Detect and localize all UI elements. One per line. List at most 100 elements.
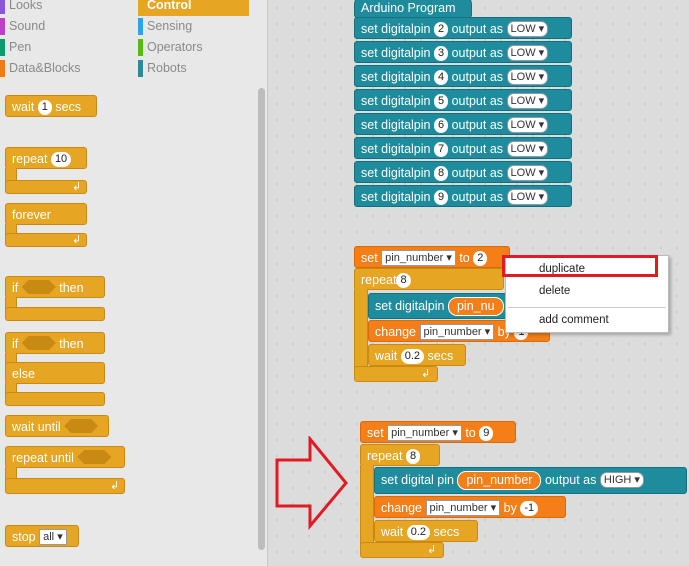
repeat-bottom-1: ↲	[354, 366, 438, 382]
pin-number-reporter-1[interactable]: pin_nu	[447, 297, 504, 316]
set-digitalpin-block-1[interactable]: set digitalpin pin_nu	[368, 293, 508, 319]
state-dropdown[interactable]: LOW ▾	[506, 21, 549, 37]
state-dropdown[interactable]: LOW ▾	[506, 189, 549, 205]
duplicate-highlight-box	[502, 255, 658, 277]
pin-input[interactable]: 8	[433, 166, 449, 181]
pin-input[interactable]: 2	[433, 22, 449, 37]
category-data-blocks[interactable]: Data&Blocks	[0, 60, 112, 80]
category-pen[interactable]: Pen	[0, 39, 112, 59]
to-value-input-2[interactable]: 9	[479, 426, 494, 441]
repeat-bottom: ↲	[5, 180, 87, 194]
annotation-arrow-icon	[275, 436, 348, 530]
pin-number-reporter-2[interactable]: pin_number	[457, 471, 542, 490]
change-var-dropdown-1[interactable]: pin_number ▾	[419, 324, 495, 340]
repeat-input-2[interactable]: 8	[405, 449, 421, 464]
set-digitalpin-row[interactable]: set digitalpin 9 output as LOW ▾	[354, 185, 572, 207]
category-sound[interactable]: Sound	[0, 18, 112, 38]
state-dropdown[interactable]: LOW ▾	[506, 141, 549, 157]
var-dropdown-1[interactable]: pin_number ▾	[381, 250, 456, 266]
state-dropdown[interactable]: LOW ▾	[506, 69, 549, 85]
palette-scrollbar[interactable]	[258, 88, 265, 550]
set-var-block-1[interactable]: set pin_number ▾ to 2	[354, 246, 510, 268]
sensing-swatch	[138, 18, 143, 35]
wait-until-slot[interactable]	[64, 419, 99, 433]
wait-secs-input[interactable]: 1	[37, 100, 52, 115]
set-digitalpin-row[interactable]: set digitalpin 3 output as LOW ▾	[354, 41, 572, 63]
sound-swatch	[0, 18, 5, 35]
pin-input[interactable]: 4	[433, 70, 449, 85]
category-operators[interactable]: Operators	[138, 39, 250, 59]
var-dropdown-2[interactable]: pin_number ▾	[387, 425, 462, 441]
category-list: Looks Control Sound Sensing Pen Operator…	[0, 0, 267, 82]
repeat-until-slot[interactable]	[77, 450, 112, 464]
forever-loop-icon: ↲	[72, 234, 82, 246]
arduino-program-hat[interactable]: Arduino Program	[354, 0, 472, 18]
operators-swatch	[138, 39, 143, 56]
forever-block[interactable]: forever	[5, 203, 87, 225]
repeat-until-loop-icon: ↲	[110, 480, 120, 492]
stop-block[interactable]: stop all ▾	[5, 525, 79, 547]
robots-swatch	[138, 60, 143, 77]
set-digitalpin-row[interactable]: set digitalpin 7 output as LOW ▾	[354, 137, 572, 159]
wait-block-2[interactable]: wait 0.2 secs	[374, 520, 478, 542]
state-dropdown[interactable]: LOW ▾	[506, 165, 549, 181]
if-else-bottom	[5, 392, 105, 406]
change-var-block-2[interactable]: change pin_number ▾ by -1	[374, 496, 566, 518]
set-digitalpin-row[interactable]: set digitalpin 5 output as LOW ▾	[354, 89, 572, 111]
category-control[interactable]: Control	[138, 0, 249, 16]
category-looks[interactable]: Looks	[0, 0, 112, 17]
if-then-block[interactable]: if then	[5, 276, 105, 298]
set-digital-pin-block-2[interactable]: set digital pin pin_number output as HIG…	[374, 467, 687, 494]
by-value-input-2[interactable]: -1	[520, 501, 539, 516]
set-digitalpin-row[interactable]: set digitalpin 4 output as LOW ▾	[354, 65, 572, 87]
state-dropdown[interactable]: LOW ▾	[506, 117, 549, 133]
data-blocks-swatch	[0, 60, 5, 77]
wait-input-2[interactable]: 0.2	[406, 525, 431, 540]
repeat-arm-2	[360, 465, 374, 553]
to-value-input-1[interactable]: 2	[473, 251, 488, 266]
category-robots[interactable]: Robots	[138, 60, 250, 80]
repeat-input-1[interactable]: 8	[396, 273, 411, 288]
state-dropdown-2[interactable]: HIGH ▾	[599, 472, 644, 488]
menu-separator	[508, 307, 666, 308]
repeat-block[interactable]: repeat 10	[5, 147, 87, 169]
set-digitalpin-row[interactable]: set digitalpin 8 output as LOW ▾	[354, 161, 572, 183]
menu-item-delete[interactable]: delete	[506, 281, 670, 301]
state-dropdown[interactable]: LOW ▾	[506, 93, 549, 109]
loop-arrow-icon: ↲	[72, 181, 82, 193]
repeat-bottom-2: ↲	[360, 542, 444, 558]
pin-input[interactable]: 5	[433, 94, 449, 109]
repeat-arm-1	[354, 289, 368, 373]
if-else-block[interactable]: if then	[5, 332, 105, 354]
set-digitalpin-row[interactable]: set digitalpin 6 output as LOW ▾	[354, 113, 572, 135]
forever-bottom: ↲	[5, 233, 87, 247]
pin-input[interactable]: 9	[433, 190, 449, 205]
change-var-dropdown-2[interactable]: pin_number ▾	[425, 500, 501, 516]
category-sensing[interactable]: Sensing	[138, 18, 250, 38]
if-bottom	[5, 307, 105, 321]
control-swatch	[138, 0, 143, 14]
pin-input[interactable]: 3	[433, 46, 449, 61]
pen-swatch	[0, 39, 5, 56]
loop-arrow-icon-2: ↲	[427, 544, 437, 556]
repeat-count-input[interactable]: 10	[50, 152, 72, 167]
wait-secs-block[interactable]: wait 1 secs	[5, 95, 97, 117]
menu-item-add-comment[interactable]: add comment	[506, 310, 670, 330]
condition-slot[interactable]	[21, 280, 56, 294]
pin-input[interactable]: 7	[433, 142, 449, 157]
condition-slot-2[interactable]	[21, 336, 56, 350]
state-dropdown[interactable]: LOW ▾	[506, 45, 549, 61]
looks-swatch	[0, 0, 5, 14]
else-bar: else	[5, 362, 105, 384]
stop-dropdown[interactable]: all ▾	[39, 529, 67, 545]
repeat-block-1[interactable]: repeat 8	[354, 268, 504, 290]
repeat-block-2[interactable]: repeat 8	[360, 444, 440, 466]
loop-arrow-icon-1: ↲	[421, 368, 431, 380]
repeat-until-block[interactable]: repeat until	[5, 446, 125, 468]
wait-input-1[interactable]: 0.2	[400, 349, 425, 364]
set-digitalpin-row[interactable]: set digitalpin 2 output as LOW ▾	[354, 17, 572, 39]
wait-until-block[interactable]: wait until	[5, 415, 109, 437]
set-var-block-2[interactable]: set pin_number ▾ to 9	[360, 421, 516, 443]
pin-input[interactable]: 6	[433, 118, 449, 133]
wait-block-1[interactable]: wait 0.2 secs	[368, 344, 466, 366]
